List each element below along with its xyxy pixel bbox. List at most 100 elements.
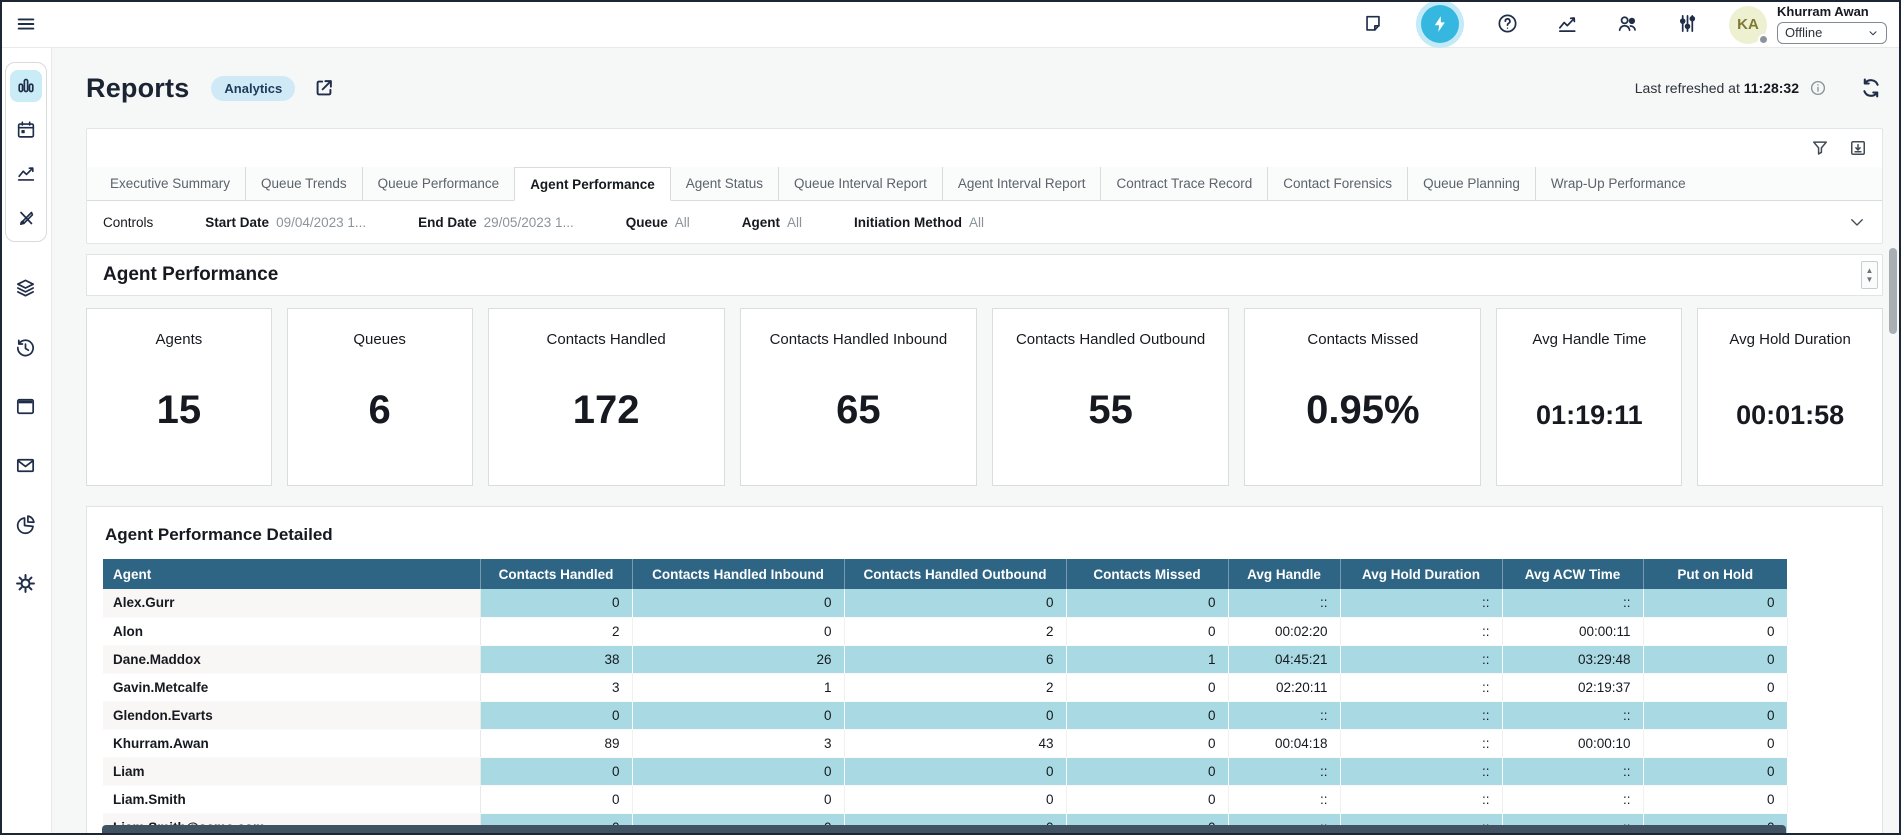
window-icon xyxy=(14,395,37,418)
col-header-put-on-hold[interactable]: Put on Hold xyxy=(1643,559,1787,589)
filter-start-date[interactable]: Start Date09/04/2023 1... xyxy=(205,215,366,230)
filter-initiation-method[interactable]: Initiation MethodAll xyxy=(854,215,984,230)
avatar-initials: KA xyxy=(1737,16,1759,33)
table-row[interactable]: Khurram.Awan89343000:04:18::00:00:100 xyxy=(103,729,1787,757)
table-row[interactable]: Alon202000:02:20::00:00:110 xyxy=(103,617,1787,645)
download-icon[interactable] xyxy=(1848,138,1868,158)
sliders-icon[interactable] xyxy=(1676,12,1699,35)
filter-label: Initiation Method xyxy=(854,215,962,230)
col-header-contacts-missed[interactable]: Contacts Missed xyxy=(1066,559,1228,589)
top-bar: KA Khurram Awan Offline xyxy=(0,0,1901,48)
metric-cell: 38 xyxy=(480,645,632,673)
metric-cell: 0 xyxy=(1066,589,1228,617)
agent-name-cell: Liam.Smith xyxy=(103,785,480,813)
sidebar-item-gear[interactable] xyxy=(10,567,42,599)
kpi-label: Avg Handle Time xyxy=(1532,331,1646,348)
tab-contact-forensics[interactable]: Contact Forensics xyxy=(1267,167,1407,200)
help-icon[interactable] xyxy=(1496,12,1519,35)
metric-cell: :: xyxy=(1228,589,1340,617)
col-header-avg-acw-time[interactable]: Avg ACW Time xyxy=(1502,559,1643,589)
section-spinner[interactable]: ▲▼ xyxy=(1861,261,1878,289)
metric-cell: 0 xyxy=(1643,785,1787,813)
metric-cell: 0 xyxy=(844,589,1066,617)
filter-agent[interactable]: AgentAll xyxy=(742,215,802,230)
refresh-icon[interactable] xyxy=(1859,76,1883,100)
col-header-avg-hold-duration[interactable]: Avg Hold Duration xyxy=(1340,559,1502,589)
chevron-down-icon xyxy=(1867,27,1879,39)
note-icon[interactable] xyxy=(1362,13,1384,35)
table-row[interactable]: Dane.Maddox38266104:45:21::03:29:480 xyxy=(103,645,1787,673)
metric-cell: :: xyxy=(1228,785,1340,813)
sidebar-item-calendar[interactable] xyxy=(10,114,42,146)
tab-queue-interval-report[interactable]: Queue Interval Report xyxy=(778,167,942,200)
external-link-icon[interactable] xyxy=(313,77,335,99)
table-row[interactable]: Glendon.Evarts0000::::::0 xyxy=(103,701,1787,729)
metric-cell: 0 xyxy=(480,785,632,813)
metric-cell: 0 xyxy=(480,589,632,617)
sidebar-item-history[interactable] xyxy=(10,331,42,363)
agent-name-cell: Liam xyxy=(103,757,480,785)
metric-cell: :: xyxy=(1340,785,1502,813)
tab-queue-trends[interactable]: Queue Trends xyxy=(245,167,362,200)
page-title: Reports xyxy=(86,73,189,104)
col-header-avg-handle[interactable]: Avg Handle xyxy=(1228,559,1340,589)
hamburger-menu-icon[interactable] xyxy=(15,13,37,35)
users-icon[interactable] xyxy=(1616,12,1639,35)
vertical-scrollbar-thumb[interactable] xyxy=(1889,248,1897,334)
horizontal-scrollbar[interactable] xyxy=(102,825,1786,834)
tab-executive-summary[interactable]: Executive Summary xyxy=(95,167,245,200)
col-header-agent[interactable]: Agent xyxy=(103,559,480,589)
filter-label: End Date xyxy=(418,215,477,230)
sidebar-item-bar-chart[interactable] xyxy=(10,70,42,102)
sidebar-item-pie-chart[interactable] xyxy=(10,508,42,540)
metric-cell: 3 xyxy=(480,673,632,701)
sidebar-item-window[interactable] xyxy=(10,390,42,422)
metric-cell: 04:45:21 xyxy=(1228,645,1340,673)
bar-chart-icon xyxy=(15,75,37,97)
table-row[interactable]: Alex.Gurr0000::::::0 xyxy=(103,589,1787,617)
tab-queue-performance[interactable]: Queue Performance xyxy=(362,167,515,200)
controls-filters: Start Date09/04/2023 1... End Date29/05/2… xyxy=(205,215,984,230)
metrics-icon[interactable] xyxy=(1556,12,1579,35)
filter-end-date[interactable]: End Date29/05/2023 1... xyxy=(418,215,574,230)
layers-icon xyxy=(14,277,37,300)
tab-contract-trace-record[interactable]: Contract Trace Record xyxy=(1100,167,1267,200)
flash-icon[interactable] xyxy=(1421,5,1459,43)
tab-agent-status[interactable]: Agent Status xyxy=(671,167,778,200)
sidebar-item-design[interactable] xyxy=(10,202,42,234)
table-row[interactable]: Liam.Smith0000::::::0 xyxy=(103,785,1787,813)
col-header-contacts-handled-inbound[interactable]: Contacts Handled Inbound xyxy=(632,559,844,589)
gear-icon xyxy=(14,572,37,595)
avatar[interactable]: KA xyxy=(1729,6,1767,44)
tab-wrap-up-performance[interactable]: Wrap-Up Performance xyxy=(1535,167,1701,200)
metric-cell: 00:02:20 xyxy=(1228,617,1340,645)
sidebar-item-line-chart[interactable] xyxy=(10,158,42,190)
col-header-contacts-handled-outbound[interactable]: Contacts Handled Outbound xyxy=(844,559,1066,589)
metric-cell: :: xyxy=(1502,757,1643,785)
last-refreshed-text: Last refreshed at 11:28:32 xyxy=(1635,80,1799,96)
tab-agent-performance[interactable]: Agent Performance xyxy=(514,167,671,201)
metric-cell: :: xyxy=(1340,645,1502,673)
kpi-label: Agents xyxy=(156,331,203,348)
kpi-value: 01:19:11 xyxy=(1536,400,1643,431)
metric-cell: 0 xyxy=(632,785,844,813)
kpi-label: Queues xyxy=(353,331,406,348)
filter-queue[interactable]: QueueAll xyxy=(626,215,690,230)
controls-expand-chevron-icon[interactable] xyxy=(1848,213,1866,231)
vertical-scrollbar[interactable] xyxy=(1889,248,1897,786)
tab-agent-interval-report[interactable]: Agent Interval Report xyxy=(942,167,1101,200)
sidebar-item-layers[interactable] xyxy=(10,272,42,304)
metric-cell: 00:04:18 xyxy=(1228,729,1340,757)
tab-queue-planning[interactable]: Queue Planning xyxy=(1407,167,1535,200)
status-select[interactable]: Offline xyxy=(1777,22,1887,44)
metric-cell: 0 xyxy=(1066,673,1228,701)
filter-icon[interactable] xyxy=(1810,138,1830,158)
table-row[interactable]: Liam0000::::::0 xyxy=(103,757,1787,785)
col-header-contacts-handled[interactable]: Contacts Handled xyxy=(480,559,632,589)
metric-cell: 3 xyxy=(632,729,844,757)
sidebar-item-mail[interactable] xyxy=(10,449,42,481)
metric-cell: 02:19:37 xyxy=(1502,673,1643,701)
table-row[interactable]: Gavin.Metcalfe312002:20:11::02:19:370 xyxy=(103,673,1787,701)
metric-cell: :: xyxy=(1228,701,1340,729)
info-icon[interactable] xyxy=(1809,79,1827,97)
